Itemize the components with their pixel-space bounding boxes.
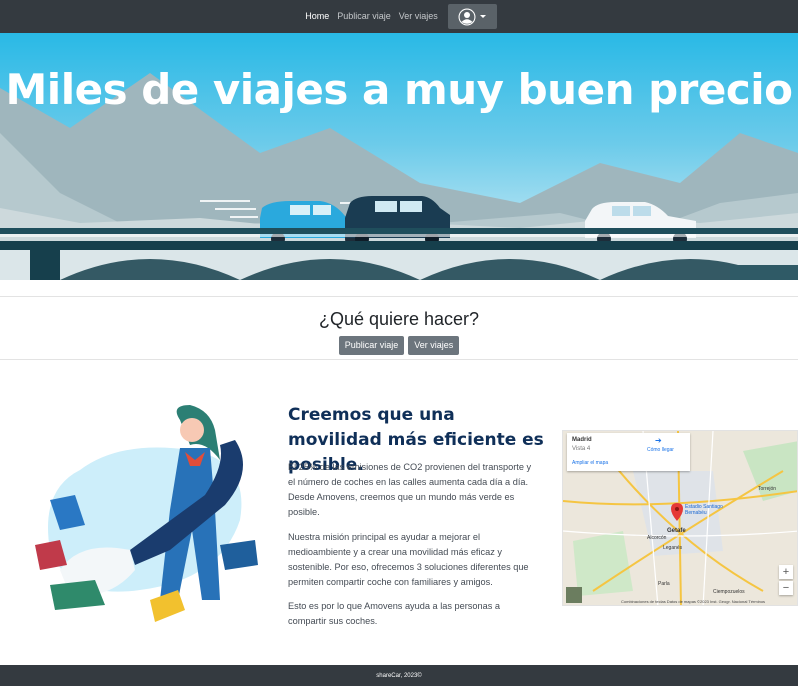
user-circle-icon xyxy=(458,8,476,25)
map-zoom-out-button[interactable]: − xyxy=(779,581,793,595)
about-paragraph-3: Esto es por lo que Amovens ayuda a las p… xyxy=(288,601,500,626)
map-label-torrejon: Torrejón xyxy=(758,486,777,492)
map-place-name: Madrid xyxy=(572,437,592,443)
bridge xyxy=(0,228,798,280)
map-label-leganes: Leganés xyxy=(663,545,683,551)
footer-text: shareCar, 2023© xyxy=(376,673,422,679)
action-section: ¿Qué quiere hacer? Publicar viaje Ver vi… xyxy=(0,296,798,360)
nav-view-trips-link[interactable]: Ver viajes xyxy=(399,0,438,33)
about-paragraph-1: El 25% de las emisiones de CO2 provienen… xyxy=(288,462,532,517)
map-zoom-in-button[interactable]: + xyxy=(779,565,793,579)
embedded-map[interactable]: Madrid Vista 4 Ampliar el mapa ➔ Cómo ll… xyxy=(562,430,798,606)
chevron-down-icon xyxy=(480,15,487,18)
directions-icon: ➔ xyxy=(655,436,662,445)
top-navbar: Home Publicar viaje Ver viajes xyxy=(0,0,798,33)
map-attribution: Combinaciones de teclas Datos de mapas ©… xyxy=(621,599,766,604)
view-trips-button[interactable]: Ver viajes xyxy=(408,336,460,355)
map-directions-link[interactable]: Cómo llegar xyxy=(647,447,674,453)
map-label-bernabeu: Estadio Santiago Bernabéu xyxy=(685,504,723,516)
nav-publish-link[interactable]: Publicar viaje xyxy=(337,0,391,33)
action-question: ¿Qué quiere hacer? xyxy=(318,309,480,329)
map-label-alcorcon: Alcorcón xyxy=(647,535,667,541)
map-label-ciempozuelos: Ciempozuelos xyxy=(713,589,745,595)
map-enlarge-link[interactable]: Ampliar el mapa xyxy=(572,460,608,466)
footer: shareCar, 2023© xyxy=(0,665,798,686)
map-place-sub: Vista 4 xyxy=(572,446,591,452)
about-paragraph-2: Nuestra misión principal es ayudar a mej… xyxy=(288,532,529,587)
map-label-parla: Parla xyxy=(658,581,670,587)
leaf-blower-woman-illustration xyxy=(35,405,258,622)
action-buttons: Publicar viaje Ver viajes xyxy=(0,336,798,355)
hero-title: Miles de viajes a muy buen precio xyxy=(5,65,794,114)
map-label-getafe: Getafe xyxy=(667,528,686,534)
map-place-card: Madrid Vista 4 Ampliar el mapa ➔ Cómo ll… xyxy=(567,433,690,471)
nav-home-link[interactable]: Home xyxy=(305,0,329,33)
user-menu-button[interactable] xyxy=(447,4,497,29)
hero-banner: Miles de viajes a muy buen precio xyxy=(0,33,798,280)
publish-trip-button[interactable]: Publicar viaje xyxy=(338,336,405,355)
